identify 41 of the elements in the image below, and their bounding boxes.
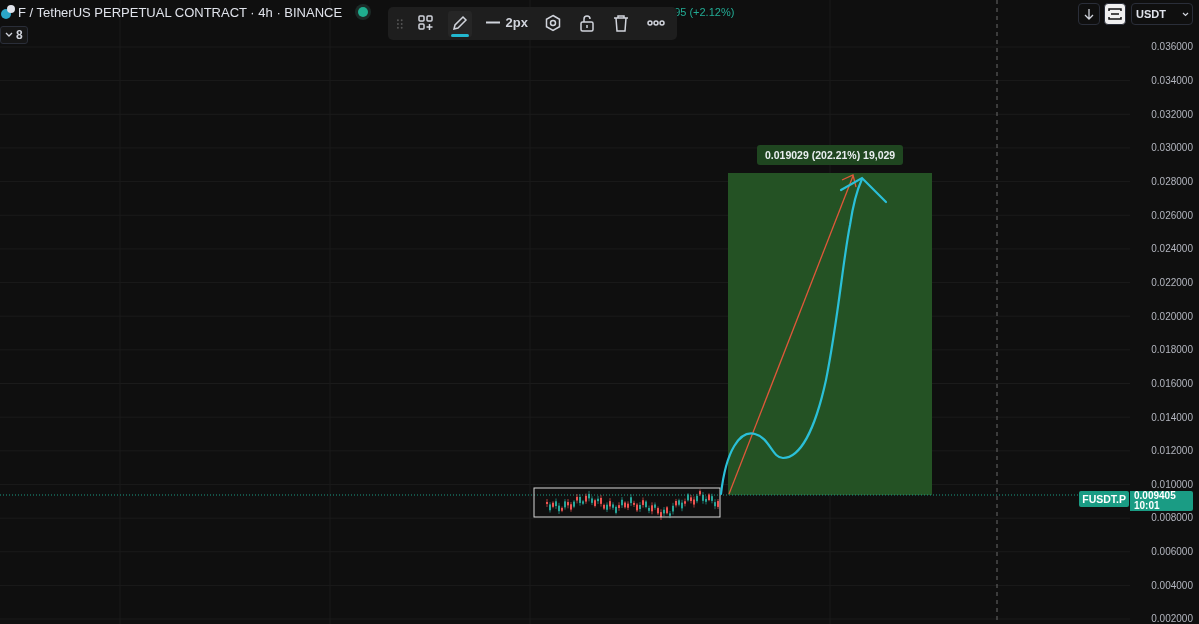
price-tick: 0.032000 — [1151, 108, 1193, 120]
scale-icon — [1108, 7, 1122, 21]
price-tick: 0.008000 — [1151, 512, 1193, 524]
price-tick: 0.014000 — [1151, 411, 1193, 423]
last-price-label: 0.009405 10:01 — [1130, 491, 1193, 511]
currency-dropdown[interactable]: USDT — [1131, 3, 1193, 25]
price-tick: 0.010000 — [1151, 478, 1193, 490]
down-arrow-icon — [1083, 8, 1095, 20]
projection-label: 0.019029 (202.21%) 19,029 — [757, 145, 904, 165]
unlocked-padlock-icon — [578, 13, 596, 32]
pen-icon — [450, 13, 469, 32]
scroll-down-button[interactable] — [1078, 3, 1100, 25]
width-tool-button[interactable]: 2px — [481, 12, 531, 35]
price-tick: 0.034000 — [1151, 75, 1193, 87]
symbol-tag: FUSDT.P — [1079, 491, 1129, 507]
auto-scale-button[interactable] — [1104, 3, 1126, 25]
settings-icon — [544, 13, 562, 32]
price-tick: 0.020000 — [1151, 310, 1193, 322]
price-tick: 0.022000 — [1151, 276, 1193, 288]
price-tick: 0.004000 — [1151, 579, 1193, 591]
symbol-logo-icon — [0, 4, 16, 20]
price-tick: 0.026000 — [1151, 209, 1193, 221]
chevron-down-icon — [1182, 11, 1189, 17]
trash-icon — [612, 13, 630, 32]
price-tick: 0.002000 — [1151, 613, 1193, 624]
price-tick: 0.006000 — [1151, 546, 1193, 558]
grid-plus-icon — [416, 13, 435, 32]
symbol-title: F / TetherUS PERPETUAL CONTRACT · 4h · BINANCE — [18, 4, 343, 20]
price-tick: 0.036000 — [1151, 41, 1193, 53]
price-tick: 0.030000 — [1151, 142, 1193, 154]
drag-handle-icon[interactable] — [396, 17, 404, 30]
price-tick: 0.018000 — [1151, 344, 1193, 356]
pen-tool-button[interactable] — [447, 10, 472, 37]
price-tick: 0.028000 — [1151, 176, 1193, 188]
price-tick: 0.024000 — [1151, 243, 1193, 255]
chevron-down-icon — [5, 32, 13, 38]
price-tick: 0.016000 — [1151, 377, 1193, 389]
indicators-toggle[interactable]: 8 — [0, 26, 28, 44]
more-icon — [646, 19, 666, 26]
line-icon — [484, 21, 501, 24]
price-tick: 0.012000 — [1151, 445, 1193, 457]
